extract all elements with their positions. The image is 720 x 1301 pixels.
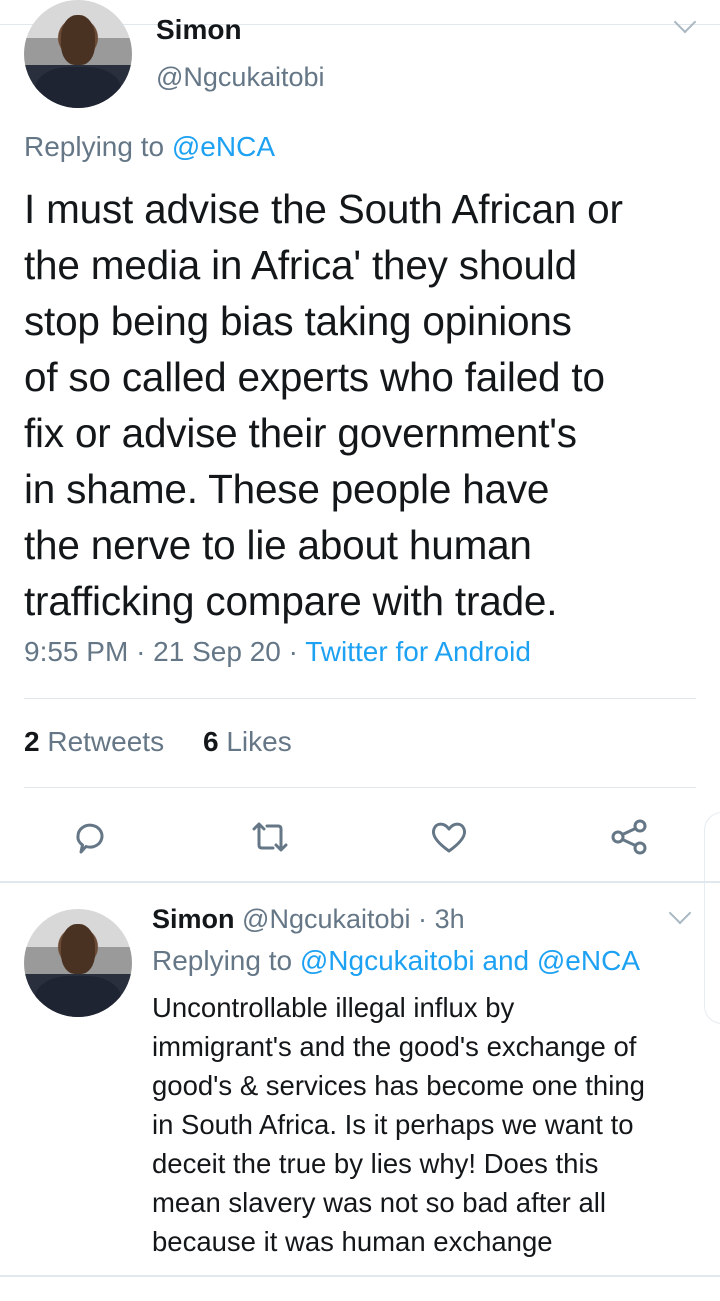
likes-count: 6 xyxy=(202,726,219,757)
reply-author-avatar[interactable] xyxy=(24,909,132,1017)
retweet-icon xyxy=(252,822,288,852)
action-bar xyxy=(0,812,720,864)
replying-prefix: Replying to xyxy=(24,131,172,162)
share-button[interactable] xyxy=(604,812,654,862)
tweet-line: fix or advise their government's xyxy=(24,410,577,456)
reply-author-handle[interactable]: @Ngcukaitobi xyxy=(242,904,411,934)
retweet-button[interactable] xyxy=(245,812,295,862)
retweets-count: 2 xyxy=(24,726,40,757)
reply-text: Uncontrollable illegal influx by immigra… xyxy=(152,988,712,1261)
reply-age: 3h xyxy=(434,904,465,934)
tweet-line: of so called experts who failed to xyxy=(24,354,605,400)
divider xyxy=(24,787,696,788)
tweet-time: 9:55 PM xyxy=(24,636,129,667)
author-name[interactable]: Simon xyxy=(156,14,242,46)
tweet-line: I must advise the South African or xyxy=(24,186,623,232)
author-handle[interactable]: @Ngcukaitobi xyxy=(156,62,325,93)
tweet-line: stop being bias taking opinions xyxy=(24,298,572,344)
reply-line: because it was human exchange xyxy=(152,1226,553,1257)
tweet-text: I must advise the South African or the m… xyxy=(24,181,704,629)
author-avatar[interactable] xyxy=(24,0,132,108)
divider xyxy=(24,698,696,699)
tweet-date: 21 Sep 20 xyxy=(153,636,281,667)
section-divider xyxy=(0,881,720,883)
reply-line: deceit the true by lies why! Does this xyxy=(152,1148,599,1179)
tweet-source[interactable]: Twitter for Android xyxy=(305,636,531,667)
tweet-line: the media in Africa' they should xyxy=(24,242,577,288)
reply-line: good's & services has become one thing xyxy=(152,1070,645,1101)
tweet-meta: 9:55 PM · 21 Sep 20 · Twitter for Androi… xyxy=(24,636,531,668)
like-button[interactable] xyxy=(424,812,474,862)
reply-replying-to-link[interactable]: @Ngcukaitobi and @eNCA xyxy=(300,945,640,976)
retweets-stat[interactable]: 2 Retweets xyxy=(24,726,164,757)
chevron-down-icon[interactable] xyxy=(668,901,692,925)
reply-button[interactable] xyxy=(65,812,115,862)
tweet-stats: 2 Retweets 6 Likes xyxy=(24,726,292,758)
reply-author-name[interactable]: Simon xyxy=(152,904,235,934)
reply-replying-to: Replying to @Ngcukaitobi and @eNCA xyxy=(152,945,640,977)
chevron-down-icon[interactable] xyxy=(673,10,697,34)
heart-icon xyxy=(431,822,467,853)
reply-line: immigrant's and the good's exchange of xyxy=(152,1031,637,1062)
reply-line: mean slavery was not so bad after all xyxy=(152,1187,606,1218)
likes-label: Likes xyxy=(226,726,292,757)
reply-line: Uncontrollable illegal influx by xyxy=(152,992,515,1023)
reply-line: in South Africa. Is it perhaps we want t… xyxy=(152,1109,634,1140)
retweets-label: Retweets xyxy=(47,726,165,757)
replying-to-link[interactable]: @eNCA xyxy=(172,131,275,162)
comment-icon xyxy=(76,823,104,854)
share-icon xyxy=(611,819,647,855)
likes-stat[interactable]: 6 Likes xyxy=(203,726,292,757)
tweet-line: trafficking compare with trade. xyxy=(24,578,558,624)
meta-dot: · xyxy=(288,636,298,667)
tweet-line: the nerve to lie about human xyxy=(24,522,532,568)
reply-dot: · xyxy=(418,904,428,934)
reply-replying-prefix: Replying to xyxy=(152,945,300,976)
bottom-divider xyxy=(0,1275,720,1277)
meta-dot: · xyxy=(136,636,146,667)
tweet-line: in shame. These people have xyxy=(24,466,550,512)
reply-header: Simon @Ngcukaitobi · 3h xyxy=(152,904,465,935)
replying-to: Replying to @eNCA xyxy=(24,131,275,163)
